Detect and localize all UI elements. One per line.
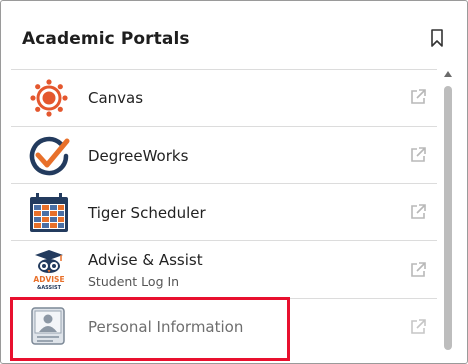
svg-text:ADVISE: ADVISE <box>33 275 64 284</box>
widget-header: Academic Portals <box>1 1 467 69</box>
canvas-logo <box>30 79 68 117</box>
tiger-scheduler-logo <box>30 193 68 232</box>
bookmark-icon[interactable] <box>429 28 445 48</box>
portal-label: Advise & Assist <box>88 251 203 269</box>
widget-title: Academic Portals <box>22 29 190 49</box>
highlight-box <box>10 297 290 361</box>
portal-label: Tiger Scheduler <box>88 204 206 222</box>
portal-label: Canvas <box>88 89 144 107</box>
portal-item-canvas[interactable]: Canvas <box>11 69 437 127</box>
scroll-thumb[interactable] <box>444 86 452 350</box>
portal-item-tiger-scheduler[interactable]: Tiger Scheduler <box>11 183 437 241</box>
portal-sublabel: Student Log In <box>88 274 180 289</box>
scroll-up-arrow-icon[interactable] <box>444 71 452 77</box>
portal-label: DegreeWorks <box>88 147 189 165</box>
external-link-icon[interactable] <box>409 146 427 164</box>
advise-assist-logo: ADVISE &ASSIST <box>33 250 65 291</box>
external-link-icon[interactable] <box>409 261 427 279</box>
external-link-icon[interactable] <box>409 318 427 336</box>
external-link-icon[interactable] <box>409 88 427 106</box>
svg-text:&ASSIST: &ASSIST <box>37 285 62 291</box>
portal-item-degreeworks[interactable]: DegreeWorks <box>11 126 437 184</box>
scrollbar[interactable] <box>441 71 456 363</box>
degreeworks-logo <box>29 136 70 176</box>
portal-item-advise-assist[interactable]: ADVISE &ASSIST Advise & Assist Student L… <box>11 240 437 299</box>
external-link-icon[interactable] <box>409 203 427 221</box>
academic-portals-widget: Academic Portals Canvas DegreeWorks Tige… <box>0 0 468 364</box>
